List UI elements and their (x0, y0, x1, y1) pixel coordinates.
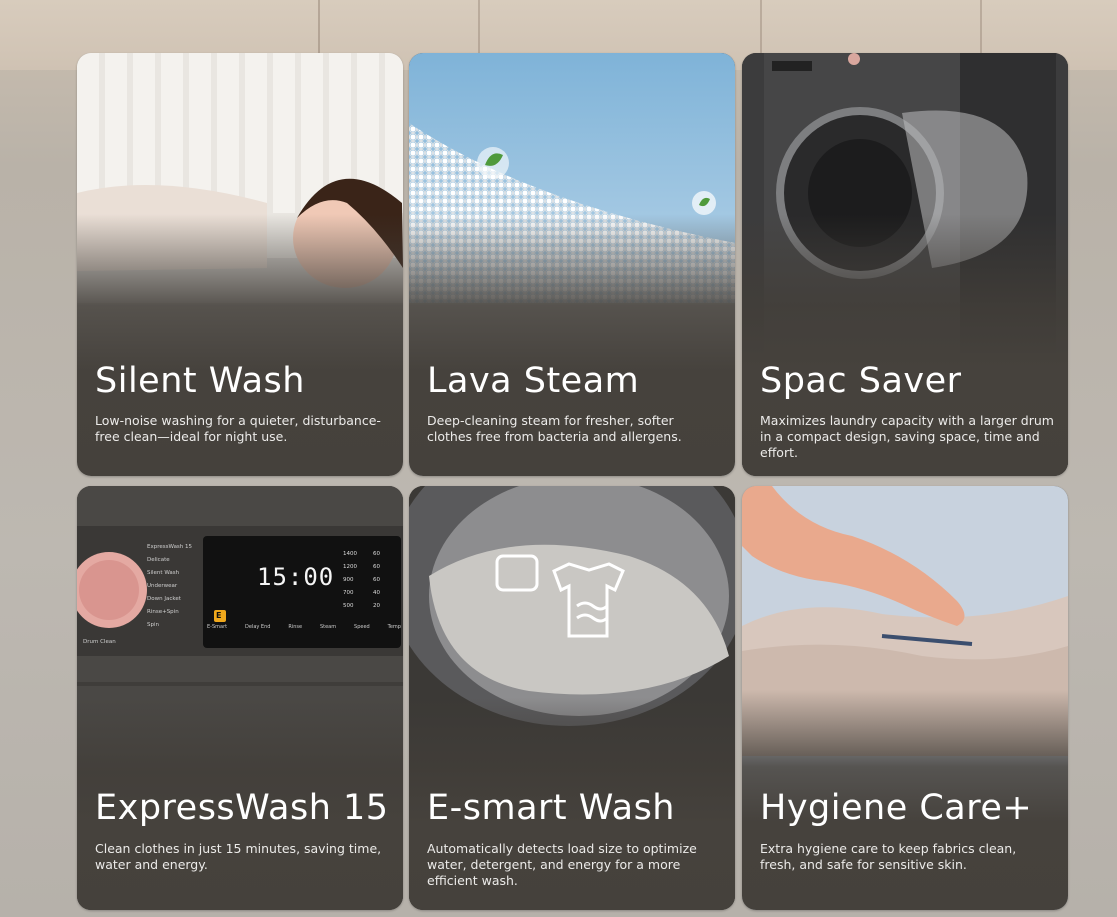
temp-value: 60 (373, 551, 380, 557)
feature-card-expresswash-15: ExpressWash 15 Delicate Silent Wash Unde… (77, 486, 403, 910)
feature-card-silent-wash: Silent Wash Low-noise washing for a quie… (77, 53, 403, 476)
feature-card-lava-steam: Lava Steam Deep-cleaning steam for fresh… (409, 53, 735, 476)
program-item: Rinse+Spin (147, 609, 179, 615)
feature-card-spac-saver: Spac Saver Maximizes laundry capacity wi… (742, 53, 1068, 476)
speed-value: 1200 (343, 564, 357, 570)
panel-button-label: Rinse (288, 624, 303, 630)
panel-button-label: Temp (387, 624, 401, 630)
card-title: ExpressWash 15 (95, 788, 389, 828)
speed-value: 700 (343, 590, 354, 596)
panel-buttons: E-Smart Delay End Rinse Steam Speed Temp (207, 624, 401, 630)
card-title: Lava Steam (427, 361, 640, 401)
program-item: Underwear (147, 583, 178, 589)
speed-value: 1400 (343, 551, 357, 557)
card-title: Silent Wash (95, 361, 305, 401)
temp-value: 60 (373, 577, 380, 583)
temp-value: 40 (373, 590, 380, 596)
temp-value: 20 (373, 603, 380, 609)
program-item: Silent Wash (147, 570, 180, 576)
temp-value: 60 (373, 564, 380, 570)
panel-button-label: E-Smart (207, 624, 228, 630)
program-item: Delicate (147, 557, 170, 563)
speed-value: 500 (343, 603, 354, 609)
card-description: Clean clothes in just 15 minutes, saving… (95, 841, 382, 872)
card-title: E-smart Wash (427, 788, 675, 828)
card-title: Hygiene Care+ (760, 788, 1033, 828)
program-item-drum-clean: Drum Clean (83, 639, 116, 645)
program-item: ExpressWash 15 (147, 544, 193, 550)
card-title: Spac Saver (760, 361, 962, 401)
program-item: Spin (147, 622, 159, 628)
panel-button-label: Speed (354, 624, 370, 630)
panel-button-label: Delay End (245, 624, 271, 630)
card-description: Automatically detects load size to optim… (427, 841, 697, 888)
speed-value: 900 (343, 577, 354, 583)
temp-list: 60 60 60 40 20 (373, 548, 380, 613)
program-item: Down Jacket (147, 596, 181, 602)
card-description: Extra hygiene care to keep fabrics clean… (760, 841, 1017, 872)
display-time: 15:00 (257, 563, 335, 591)
program-list: ExpressWash 15 Delicate Silent Wash Unde… (147, 541, 192, 632)
feature-card-hygiene-care: Hygiene Care+ Extra hygiene care to keep… (742, 486, 1068, 910)
feature-card-e-smart-wash: E-smart Wash Automatically detects load … (409, 486, 735, 910)
card-description: Maximizes laundry capacity with a larger… (760, 413, 1054, 460)
speed-list: 1400 1200 900 700 500 (343, 548, 357, 613)
card-description: Deep-cleaning steam for fresher, softer … (427, 413, 682, 444)
panel-button-label: Steam (319, 624, 337, 630)
e-badge: E (216, 611, 222, 620)
card-description: Low-noise washing for a quieter, disturb… (95, 413, 381, 444)
